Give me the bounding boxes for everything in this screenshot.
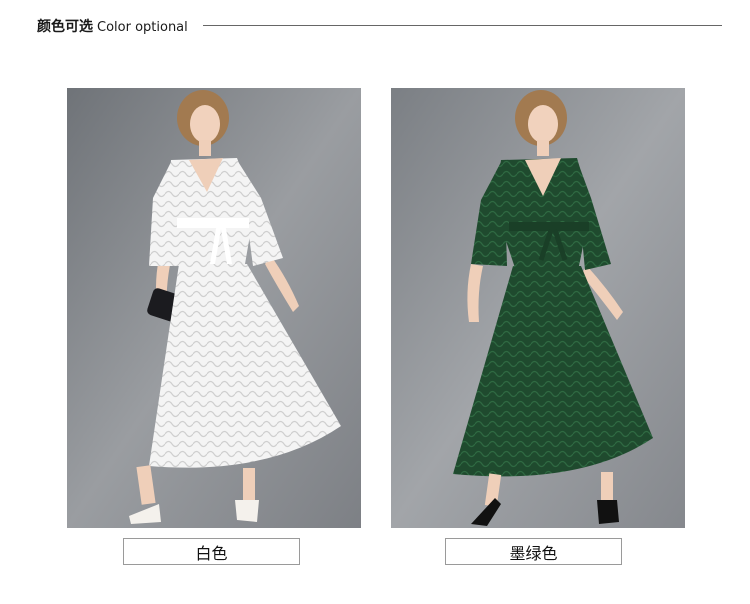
color-label-white-text: 白色 xyxy=(195,543,228,563)
section-title-en: Color optional xyxy=(97,20,188,35)
product-photo-white[interactable] xyxy=(67,88,361,528)
header-divider xyxy=(203,25,722,26)
section-title: 颜色可选 Color optional xyxy=(37,16,188,36)
section-header: 颜色可选 Color optional xyxy=(37,14,722,36)
color-label-green-text: 墨绿色 xyxy=(509,543,558,563)
green-dress-illustration xyxy=(391,88,685,528)
section-title-cn: 颜色可选 xyxy=(37,19,93,35)
color-label-white[interactable]: 白色 xyxy=(123,538,300,565)
color-label-green[interactable]: 墨绿色 xyxy=(445,538,622,565)
white-dress-illustration xyxy=(67,88,361,528)
product-photo-green[interactable] xyxy=(391,88,685,528)
